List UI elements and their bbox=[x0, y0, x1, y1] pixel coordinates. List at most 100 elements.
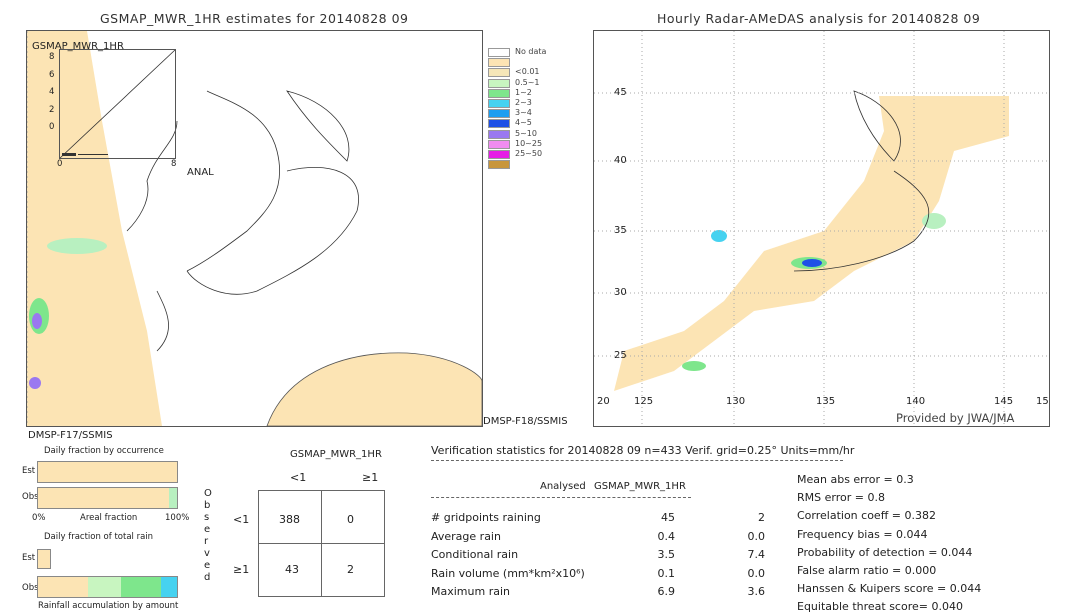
stat-model: 0.0 bbox=[747, 529, 766, 543]
legend-label: 2~3 bbox=[515, 98, 532, 107]
obs-occurrence-bar bbox=[37, 487, 178, 509]
inset-x-tick: 0 bbox=[57, 159, 63, 169]
col-analysed: Analysed bbox=[540, 481, 586, 492]
rain-patch bbox=[922, 213, 946, 229]
score-line: Hanssen & Kuipers score = 0.044 bbox=[797, 582, 982, 596]
legend-swatch bbox=[488, 129, 510, 139]
est-occurrence-bar bbox=[37, 461, 178, 483]
stat-model: 0.0 bbox=[747, 566, 766, 580]
right-map: 45 40 35 30 25 20 125 130 135 140 145 15… bbox=[593, 30, 1050, 427]
contingency-col-label: <1 bbox=[290, 471, 307, 484]
divider bbox=[431, 497, 691, 498]
inset-x-label: ANAL bbox=[187, 167, 214, 178]
legend-label: 3~4 bbox=[515, 108, 532, 118]
occurrence-title: Daily fraction by occurrence bbox=[44, 446, 164, 456]
verification-header: Verification statistics for 20140828 09 … bbox=[431, 444, 855, 457]
inset-scatter bbox=[59, 49, 176, 159]
legend-label: 4~5 bbox=[515, 118, 532, 128]
contingency-col-label: ≥1 bbox=[362, 471, 379, 484]
obs-total-bar bbox=[37, 576, 178, 598]
rain-patch bbox=[711, 230, 727, 242]
stat-model: 7.4 bbox=[747, 548, 766, 561]
legend-swatch bbox=[488, 119, 510, 129]
lon-label: 140 bbox=[906, 396, 926, 407]
obs-rain-fraction bbox=[169, 488, 177, 508]
lat-label: 40 bbox=[614, 155, 627, 166]
stat-label: Conditional rain bbox=[431, 548, 519, 561]
legend-label: 10~25 bbox=[515, 138, 543, 148]
lon-label: 125 bbox=[634, 396, 654, 407]
legend-label: 5~10 bbox=[515, 128, 537, 138]
axis-left: 0% bbox=[32, 513, 46, 523]
contingency-row-label: ≥1 bbox=[233, 563, 250, 576]
radar-coverage bbox=[614, 96, 1009, 391]
legend-label: 25~50 bbox=[515, 149, 543, 158]
est-label-2: Est bbox=[22, 553, 36, 563]
legend-item: No data bbox=[488, 47, 548, 58]
cell-false-alarm: 0 bbox=[347, 513, 354, 526]
credit-label: Provided by JWA/JMA bbox=[896, 411, 1015, 425]
observed-side-label: Observed bbox=[204, 488, 212, 583]
lat-label: 35 bbox=[614, 225, 627, 236]
legend-swatch bbox=[488, 68, 510, 78]
col-model: GSMAP_MWR_1HR bbox=[594, 481, 686, 492]
lon-label: 135 bbox=[816, 396, 836, 407]
right-map-title: Hourly Radar-AMeDAS analysis for 2014082… bbox=[657, 11, 981, 26]
rain-patch bbox=[29, 377, 41, 389]
score-line: Equitable threat score= 0.040 bbox=[797, 600, 963, 613]
cell-hit: 2 bbox=[347, 563, 354, 576]
stat-analysed: 6.9 bbox=[657, 585, 676, 598]
rain-patch bbox=[47, 238, 107, 254]
satellite-label-right: DMSP-F18/SSMIS bbox=[483, 416, 568, 427]
lon-label: 145 bbox=[994, 396, 1014, 407]
legend-label: 1~2 bbox=[515, 87, 532, 97]
score-line: Mean abs error = 0.3 bbox=[797, 473, 914, 486]
score-line: Correlation coeff = 0.382 bbox=[797, 509, 936, 523]
stat-label: Maximum rain bbox=[431, 585, 510, 598]
est-label: Est bbox=[22, 466, 36, 476]
stat-model: 2 bbox=[758, 511, 765, 524]
total-rain-title: Daily fraction of total rain bbox=[44, 532, 154, 542]
legend-swatch bbox=[488, 88, 510, 98]
accum-title: Rainfall accumulation by amount bbox=[38, 601, 179, 611]
score-line: Frequency bias = 0.044 bbox=[797, 527, 928, 541]
lon-label: 15 bbox=[1036, 396, 1049, 407]
axis-right: 100% bbox=[165, 513, 190, 523]
lat-label: 45 bbox=[614, 87, 627, 98]
legend-item: 25~50 bbox=[488, 149, 548, 160]
stat-model: 3.6 bbox=[747, 585, 766, 598]
axis-mid: Areal fraction bbox=[80, 513, 138, 523]
legend-item bbox=[488, 160, 548, 170]
legend-swatch bbox=[488, 160, 510, 170]
cell-hit-none: 388 bbox=[279, 513, 300, 526]
legend-label: No data bbox=[515, 47, 547, 56]
divider bbox=[431, 460, 843, 461]
stat-label: Average rain bbox=[431, 529, 501, 543]
color-legend: No data <0.01 0.5~1 1~2 2~3 3~4 4~5 5~10 10~25 25… bbox=[488, 47, 558, 178]
score-line: False alarm ratio = 0.000 bbox=[797, 564, 937, 577]
legend-swatch bbox=[488, 109, 510, 119]
left-map: GSMAP_MWR_1HR 86420 0 8 ANAL bbox=[26, 30, 483, 427]
legend-label: 0.5~1 bbox=[515, 77, 540, 87]
contingency-header: GSMAP_MWR_1HR bbox=[290, 449, 382, 460]
rain-patch bbox=[32, 313, 42, 329]
satellite-label-left: DMSP-F17/SSMIS bbox=[28, 430, 113, 441]
legend-swatch bbox=[488, 78, 510, 88]
contingency-table: 388 0 43 2 bbox=[258, 490, 385, 597]
score-line: RMS error = 0.8 bbox=[797, 491, 885, 505]
lat-label: 30 bbox=[614, 287, 627, 298]
stat-label: # gridpoints raining bbox=[431, 511, 541, 524]
legend-swatch bbox=[488, 139, 510, 149]
stat-analysed: 45 bbox=[661, 511, 675, 524]
legend-swatch bbox=[488, 48, 510, 57]
stat-analysed: 0.4 bbox=[657, 529, 676, 543]
stat-analysed: 0.1 bbox=[657, 566, 676, 580]
inset-y-ticks: 86420 bbox=[49, 52, 55, 132]
rain-patch bbox=[682, 361, 706, 371]
left-map-title: GSMAP_MWR_1HR estimates for 20140828 09 bbox=[100, 11, 409, 26]
legend-swatch bbox=[488, 150, 510, 159]
contingency-row-label: <1 bbox=[233, 513, 250, 526]
right-map-svg bbox=[594, 31, 1049, 426]
stat-label: Rain volume (mm*km²x10⁶) bbox=[431, 566, 585, 580]
est-total-bar bbox=[37, 549, 51, 569]
